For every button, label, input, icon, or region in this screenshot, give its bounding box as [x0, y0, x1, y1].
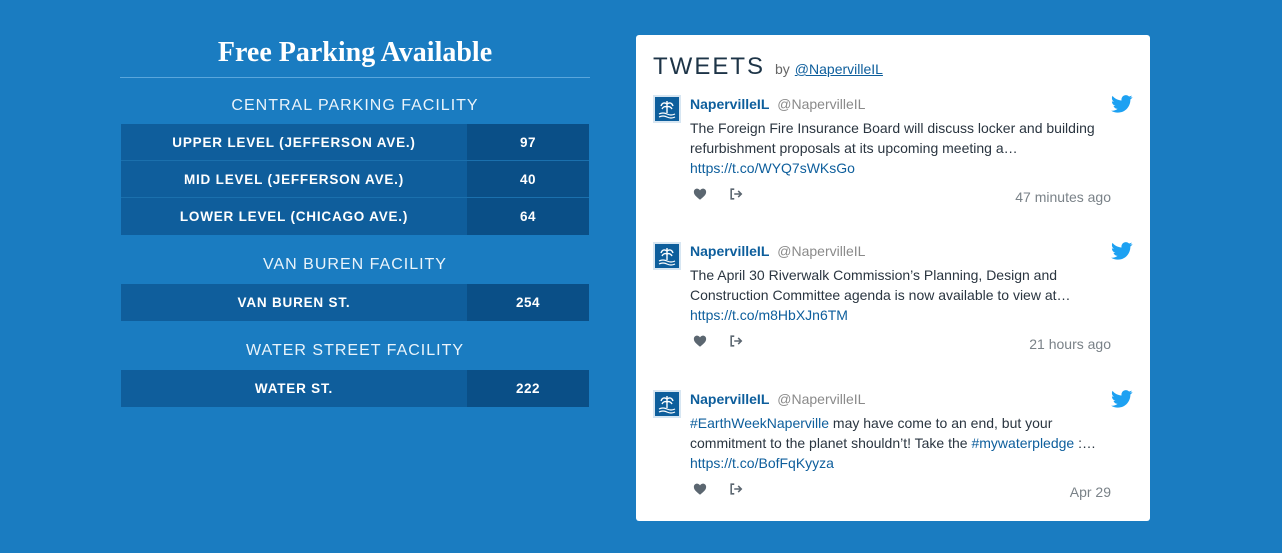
- tweet-actions: [693, 334, 765, 348]
- hashtag-link[interactable]: #mywaterpledge: [971, 435, 1074, 451]
- tweet-author-name[interactable]: NapervilleIL: [690, 243, 769, 259]
- tweet-item: NapervilleIL @NapervilleIL The Foreign F…: [653, 95, 1133, 215]
- table-row: WATER ST. 222: [121, 370, 589, 407]
- row-count: 64: [467, 198, 589, 235]
- tweet-author-handle[interactable]: @NapervilleIL: [777, 391, 865, 407]
- tweet-body: :…: [1074, 435, 1096, 451]
- facility-title-van-buren: VAN BUREN FACILITY: [263, 256, 447, 273]
- tweet-text: The April 30 Riverwalk Commission’s Plan…: [690, 265, 1100, 325]
- facility-table-van-buren: VAN BUREN ST. 254: [121, 284, 589, 321]
- row-label: LOWER LEVEL (CHICAGO AVE.): [121, 198, 467, 235]
- tweet-url-link[interactable]: https://t.co/m8HbXJn6TM: [690, 307, 848, 323]
- tweet-author-name[interactable]: NapervilleIL: [690, 96, 769, 112]
- tweet-url-link[interactable]: https://t.co/BofFqKyyza: [690, 455, 834, 471]
- tweet-author: NapervilleIL @NapervilleIL: [690, 96, 865, 112]
- tweet-author: NapervilleIL @NapervilleIL: [690, 391, 865, 407]
- table-row: UPPER LEVEL (JEFFERSON AVE.) 97: [121, 124, 589, 161]
- tweet-body: The Foreign Fire Insurance Board will di…: [690, 120, 1095, 156]
- tweet-item: NapervilleIL @NapervilleIL #EarthWeekNap…: [653, 390, 1133, 510]
- row-label: WATER ST.: [121, 370, 467, 407]
- tweet-author-handle[interactable]: @NapervilleIL: [777, 243, 865, 259]
- twitter-bird-icon[interactable]: [1111, 390, 1133, 408]
- facility-title-water-street: WATER STREET FACILITY: [245, 342, 465, 359]
- title-divider: [120, 77, 590, 78]
- table-row: LOWER LEVEL (CHICAGO AVE.) 64: [121, 198, 589, 235]
- row-count: 254: [467, 284, 589, 321]
- tweets-heading: TWEETS: [653, 53, 765, 80]
- tweet-author-name[interactable]: NapervilleIL: [690, 391, 769, 407]
- share-icon[interactable]: [729, 482, 743, 496]
- city-logo-icon[interactable]: [653, 95, 681, 123]
- tweet-item: NapervilleIL @NapervilleIL The April 30 …: [653, 242, 1133, 362]
- twitter-bird-icon[interactable]: [1111, 95, 1133, 113]
- tweet-timestamp[interactable]: 21 hours ago: [1029, 336, 1111, 352]
- tweet-url-link[interactable]: https://t.co/WYQ7sWKsGo: [690, 160, 855, 176]
- heart-icon[interactable]: [693, 334, 707, 348]
- row-count: 40: [467, 161, 589, 197]
- tweets-handle-link[interactable]: @NapervilleIL: [795, 61, 883, 77]
- share-icon[interactable]: [729, 187, 743, 201]
- tweet-actions: [693, 482, 765, 496]
- row-label: MID LEVEL (JEFFERSON AVE.): [121, 161, 467, 197]
- tweet-author-handle[interactable]: @NapervilleIL: [777, 96, 865, 112]
- row-label: VAN BUREN ST.: [121, 284, 467, 321]
- tweet-text: The Foreign Fire Insurance Board will di…: [690, 118, 1100, 178]
- row-count: 222: [467, 370, 589, 407]
- row-count: 97: [467, 124, 589, 160]
- facility-title-central: CENTRAL PARKING FACILITY: [231, 97, 479, 114]
- city-logo-icon[interactable]: [653, 390, 681, 418]
- hashtag-link[interactable]: #EarthWeekNaperville: [690, 415, 829, 431]
- tweet-text: #EarthWeekNaperville may have come to an…: [690, 413, 1100, 473]
- facility-table-water-street: WATER ST. 222: [121, 370, 589, 407]
- city-logo-icon[interactable]: [653, 242, 681, 270]
- tweet-timestamp[interactable]: 47 minutes ago: [1015, 189, 1111, 205]
- table-row: MID LEVEL (JEFFERSON AVE.) 40: [121, 161, 589, 198]
- tweet-body: The April 30 Riverwalk Commission’s Plan…: [690, 267, 1071, 303]
- table-row: VAN BUREN ST. 254: [121, 284, 589, 321]
- heart-icon[interactable]: [693, 482, 707, 496]
- twitter-bird-icon[interactable]: [1111, 242, 1133, 260]
- tweet-actions: [693, 187, 765, 201]
- share-icon[interactable]: [729, 334, 743, 348]
- parking-title: Free Parking Available: [217, 37, 493, 68]
- tweet-author: NapervilleIL @NapervilleIL: [690, 243, 865, 259]
- row-label: UPPER LEVEL (JEFFERSON AVE.): [121, 124, 467, 160]
- parking-panel: Free Parking Available CENTRAL PARKING F…: [120, 34, 590, 407]
- tweet-timestamp[interactable]: Apr 29: [1070, 484, 1111, 500]
- tweets-by: by: [775, 61, 790, 77]
- facility-table-central: UPPER LEVEL (JEFFERSON AVE.) 97 MID LEVE…: [121, 124, 589, 235]
- tweets-panel: TWEETS by @NapervilleIL NapervilleIL @Na…: [636, 35, 1150, 521]
- tweets-header: TWEETS by @NapervilleIL: [653, 53, 883, 81]
- heart-icon[interactable]: [693, 187, 707, 201]
